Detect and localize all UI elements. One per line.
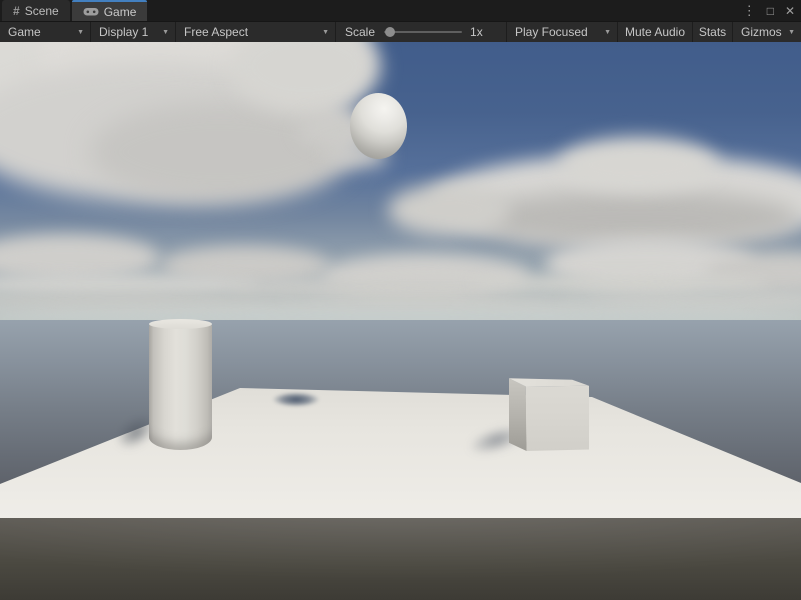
stats-button[interactable]: Stats [692,22,732,42]
chevron-down-icon: ▼ [162,29,169,36]
more-menu-icon[interactable]: ⋮ [743,4,756,17]
tab-game-label: Game [104,5,137,19]
mute-audio-button[interactable]: Mute Audio [617,22,692,42]
scale-slider[interactable] [384,31,462,33]
stats-label: Stats [699,25,726,39]
tab-scene-label: Scene [25,4,59,18]
maximize-icon[interactable]: □ [767,5,774,17]
view-dropdown-label: Game [8,25,41,39]
sphere [350,93,407,159]
sphere-shadow [272,392,320,407]
gizmos-dropdown[interactable]: Gizmos ▼ [732,22,801,42]
game-view-toolbar: Game ▼ Display 1 ▼ Free Aspect ▼ Scale 1… [0,21,801,42]
aspect-dropdown-label: Free Aspect [184,25,248,39]
chevron-down-icon: ▼ [77,29,84,36]
scale-value: 1x [470,25,483,39]
toolbar-spacer [483,22,506,42]
grid-icon: # [13,4,20,18]
gamepad-icon [83,6,99,17]
chevron-down-icon: ▼ [322,29,329,36]
chevron-down-icon: ▼ [788,29,795,36]
window-controls: ⋮ □ ✕ [743,0,795,21]
tab-bar: # Scene Game ⋮ □ ✕ [0,0,801,21]
mute-audio-label: Mute Audio [625,25,685,39]
sky [0,42,801,322]
chevron-down-icon: ▼ [604,29,611,36]
close-icon[interactable]: ✕ [785,5,795,17]
display-dropdown[interactable]: Display 1 ▼ [91,22,176,42]
gizmos-label: Gizmos [741,25,782,39]
cube [509,376,589,451]
aspect-ratio-dropdown[interactable]: Free Aspect ▼ [176,22,336,42]
cylinder [149,321,212,450]
scale-control: Scale 1x [336,22,483,42]
game-render-viewport[interactable] [0,42,801,600]
display-dropdown-label: Display 1 [99,25,148,39]
tab-game[interactable]: Game [72,0,148,21]
scale-slider-knob[interactable] [385,27,395,37]
cylinder-body [149,321,212,450]
tab-scene[interactable]: # Scene [2,0,70,21]
play-focused-label: Play Focused [515,25,588,39]
view-dropdown[interactable]: Game ▼ [0,22,91,42]
play-focused-dropdown[interactable]: Play Focused ▼ [506,22,617,42]
cylinder-top-cap [149,319,212,329]
scale-label: Scale [345,25,375,39]
ground [0,518,801,600]
